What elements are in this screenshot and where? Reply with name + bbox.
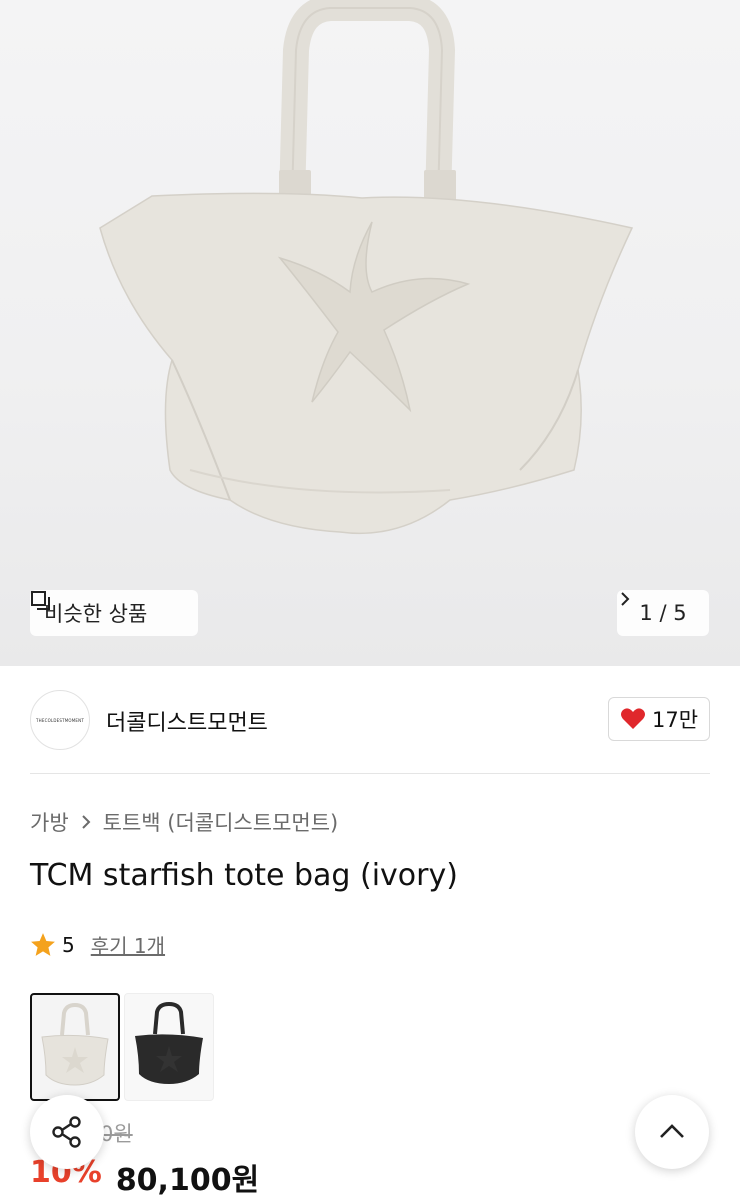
share-button[interactable] — [30, 1095, 104, 1169]
star-icon — [31, 932, 55, 956]
product-image-gallery[interactable]: 비슷한 상품 1 / 5 — [0, 0, 740, 666]
rating-value: 5 — [62, 932, 75, 957]
heart-icon — [620, 708, 645, 729]
breadcrumb: 가방 토트백 (더콜디스트모먼트) — [30, 807, 338, 837]
tote-bag-image — [99, 0, 634, 535]
chevron-right-icon — [81, 815, 91, 829]
scroll-to-top-button[interactable] — [635, 1095, 709, 1169]
review-link[interactable]: 후기 1개 — [91, 930, 165, 959]
color-option-black[interactable] — [124, 993, 214, 1101]
divider — [30, 773, 710, 774]
image-counter[interactable]: 1 / 5 — [617, 590, 709, 636]
like-button[interactable]: 17만 — [608, 697, 710, 741]
similar-icon — [31, 591, 50, 610]
color-option-ivory[interactable] — [30, 993, 120, 1101]
similar-products-button[interactable]: 비슷한 상품 — [30, 590, 198, 636]
sale-price: 80,100원 — [115, 1163, 260, 1198]
ivory-bag-thumbnail — [41, 1002, 109, 1086]
seller-row[interactable]: THECOLDESTMOMENT 더콜디스트모먼트 17만 — [30, 690, 710, 750]
product-title: TCM starfish tote bag (ivory) — [30, 858, 458, 893]
rating-row: 5 후기 1개 — [30, 930, 165, 959]
original-price: 0원 — [100, 1122, 133, 1146]
seller-logo-text: THECOLDESTMOMENT — [36, 717, 84, 723]
chevron-right-icon — [621, 592, 630, 606]
chevron-up-icon — [660, 1124, 684, 1138]
similar-products-label: 비슷한 상품 — [44, 602, 148, 626]
seller-name[interactable]: 더콜디스트모먼트 — [106, 705, 268, 737]
seller-logo[interactable]: THECOLDESTMOMENT — [30, 690, 90, 750]
breadcrumb-subcategory[interactable]: 토트백 (더콜디스트모먼트) — [103, 807, 339, 837]
like-count: 17만 — [651, 708, 699, 732]
image-counter-text: 1 / 5 — [639, 601, 687, 625]
breadcrumb-category[interactable]: 가방 — [30, 807, 69, 837]
share-icon — [52, 1116, 81, 1148]
black-bag-thumbnail — [135, 1001, 203, 1084]
